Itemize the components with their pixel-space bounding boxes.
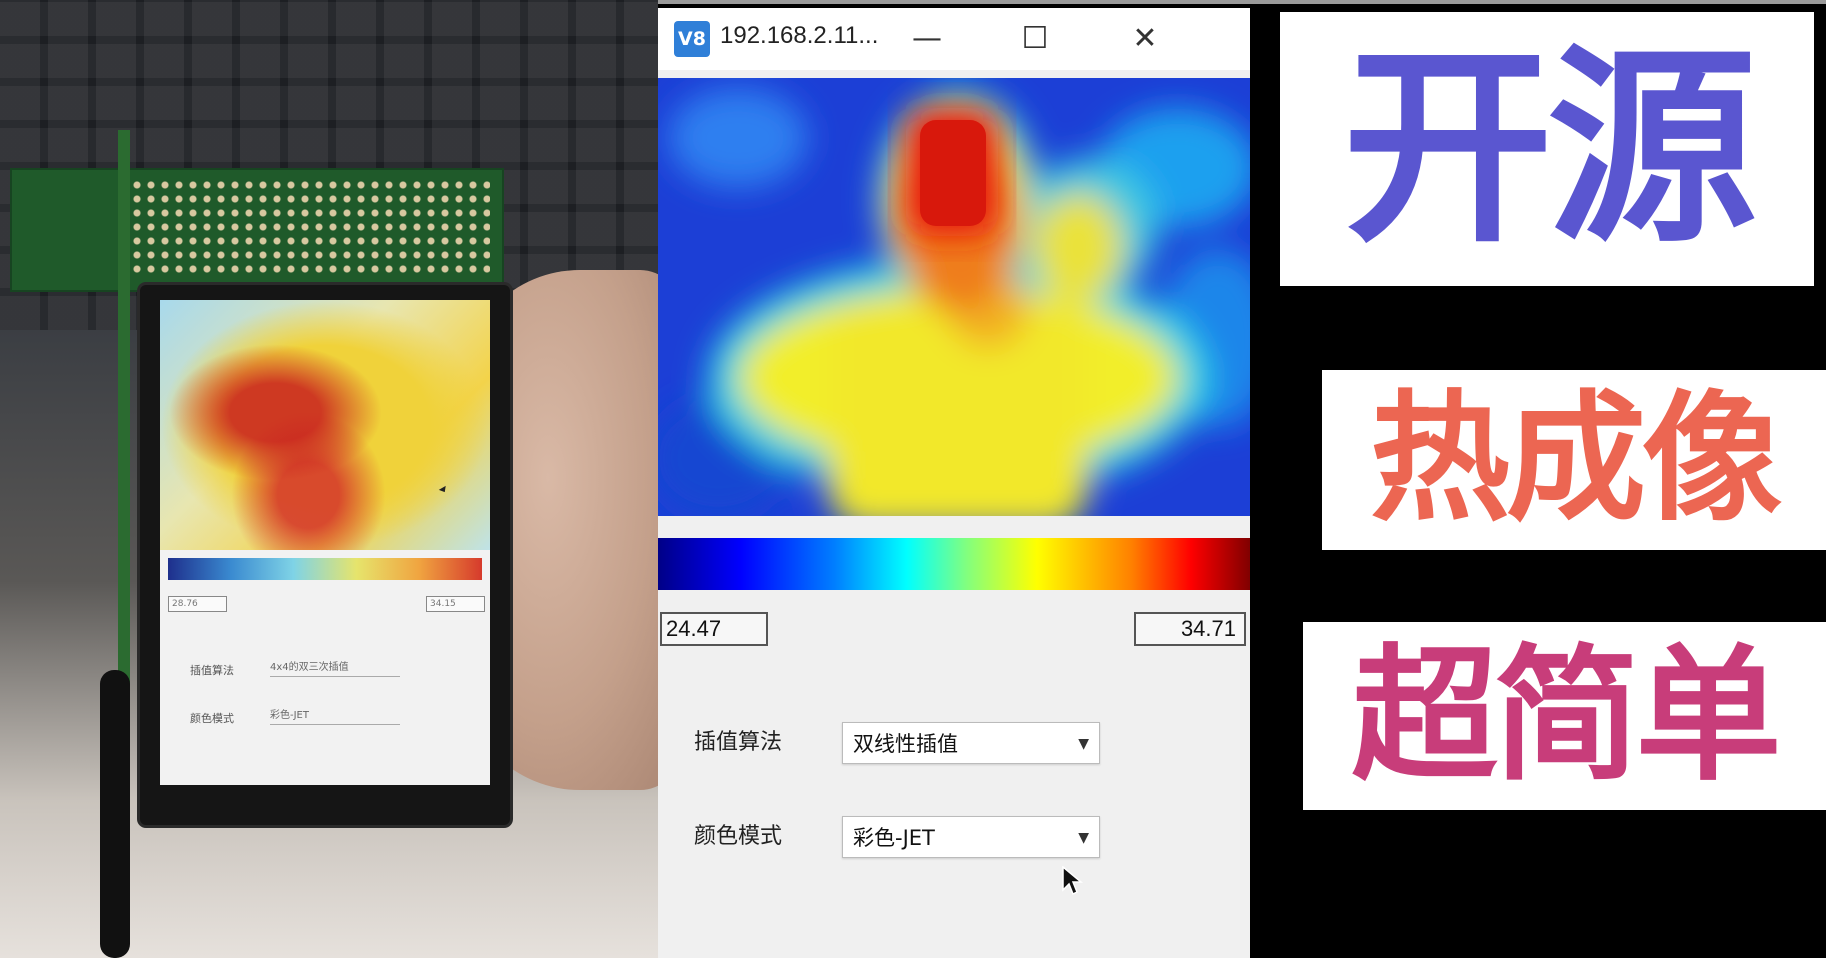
usb-cable — [100, 670, 130, 958]
color-scale-bar — [658, 538, 1250, 590]
lcd-colorbar — [168, 558, 482, 580]
lcd-color-select: 彩色-JET — [270, 708, 400, 725]
chevron-down-icon: ▼ — [1078, 736, 1089, 752]
pcb-holes — [130, 178, 490, 278]
thermal-image-view — [658, 78, 1250, 516]
app-icon: V8 — [674, 21, 710, 57]
lcd-min-value: 28.76 — [168, 596, 227, 612]
lcd-interp-label: 插值算法 — [190, 664, 234, 677]
lcd-color-label: 颜色模式 — [190, 712, 234, 725]
interp-label: 插值算法 — [694, 730, 783, 755]
interp-select[interactable]: 双线性插值 ▼ — [842, 722, 1100, 764]
min-temperature-box: 24.47 — [660, 612, 768, 646]
banner-line-thermal-imaging: 热成像 — [1322, 370, 1826, 550]
color-mode-select[interactable]: 彩色-JET ▼ — [842, 816, 1100, 858]
banner-line-open-source: 开源 — [1280, 12, 1814, 286]
banner-text-3: 超简单 — [1351, 631, 1782, 801]
title-bar[interactable]: V8 192.168.2.11... — ☐ ✕ — [658, 8, 1250, 70]
thermal-app-window: V8 192.168.2.11... — ☐ ✕ 24.47 34.71 插值算… — [658, 8, 1250, 958]
mouse-pointer-icon — [1062, 866, 1084, 896]
lcd-screen: 28.76 34.15 插值算法 4x4的双三次插值 颜色模式 彩色-JET — [160, 300, 490, 785]
banner-text-1: 开源 — [1342, 26, 1757, 271]
pcb-strip — [118, 130, 130, 690]
minimize-button[interactable]: — — [902, 16, 952, 62]
color-mode-select-value: 彩色-JET — [853, 826, 935, 850]
color-mode-label: 颜色模式 — [694, 824, 783, 849]
close-button[interactable]: ✕ — [1120, 16, 1170, 62]
device-photo: 28.76 34.15 插值算法 4x4的双三次插值 颜色模式 彩色-JET — [0, 0, 658, 958]
lcd-thermal-image — [160, 300, 490, 550]
banner-text-2: 热成像 — [1369, 378, 1782, 541]
lcd-max-value: 34.15 — [426, 596, 485, 612]
lcd-interp-select: 4x4的双三次插值 — [270, 660, 400, 677]
window-title: 192.168.2.11... — [720, 22, 879, 49]
thermal-image — [658, 78, 1250, 516]
max-temperature-box: 34.71 — [1134, 612, 1246, 646]
interp-select-value: 双线性插值 — [853, 732, 958, 756]
maximize-button[interactable]: ☐ — [1010, 16, 1060, 62]
banner-line-super-simple: 超简单 — [1303, 622, 1826, 810]
chevron-down-icon: ▼ — [1078, 830, 1089, 846]
